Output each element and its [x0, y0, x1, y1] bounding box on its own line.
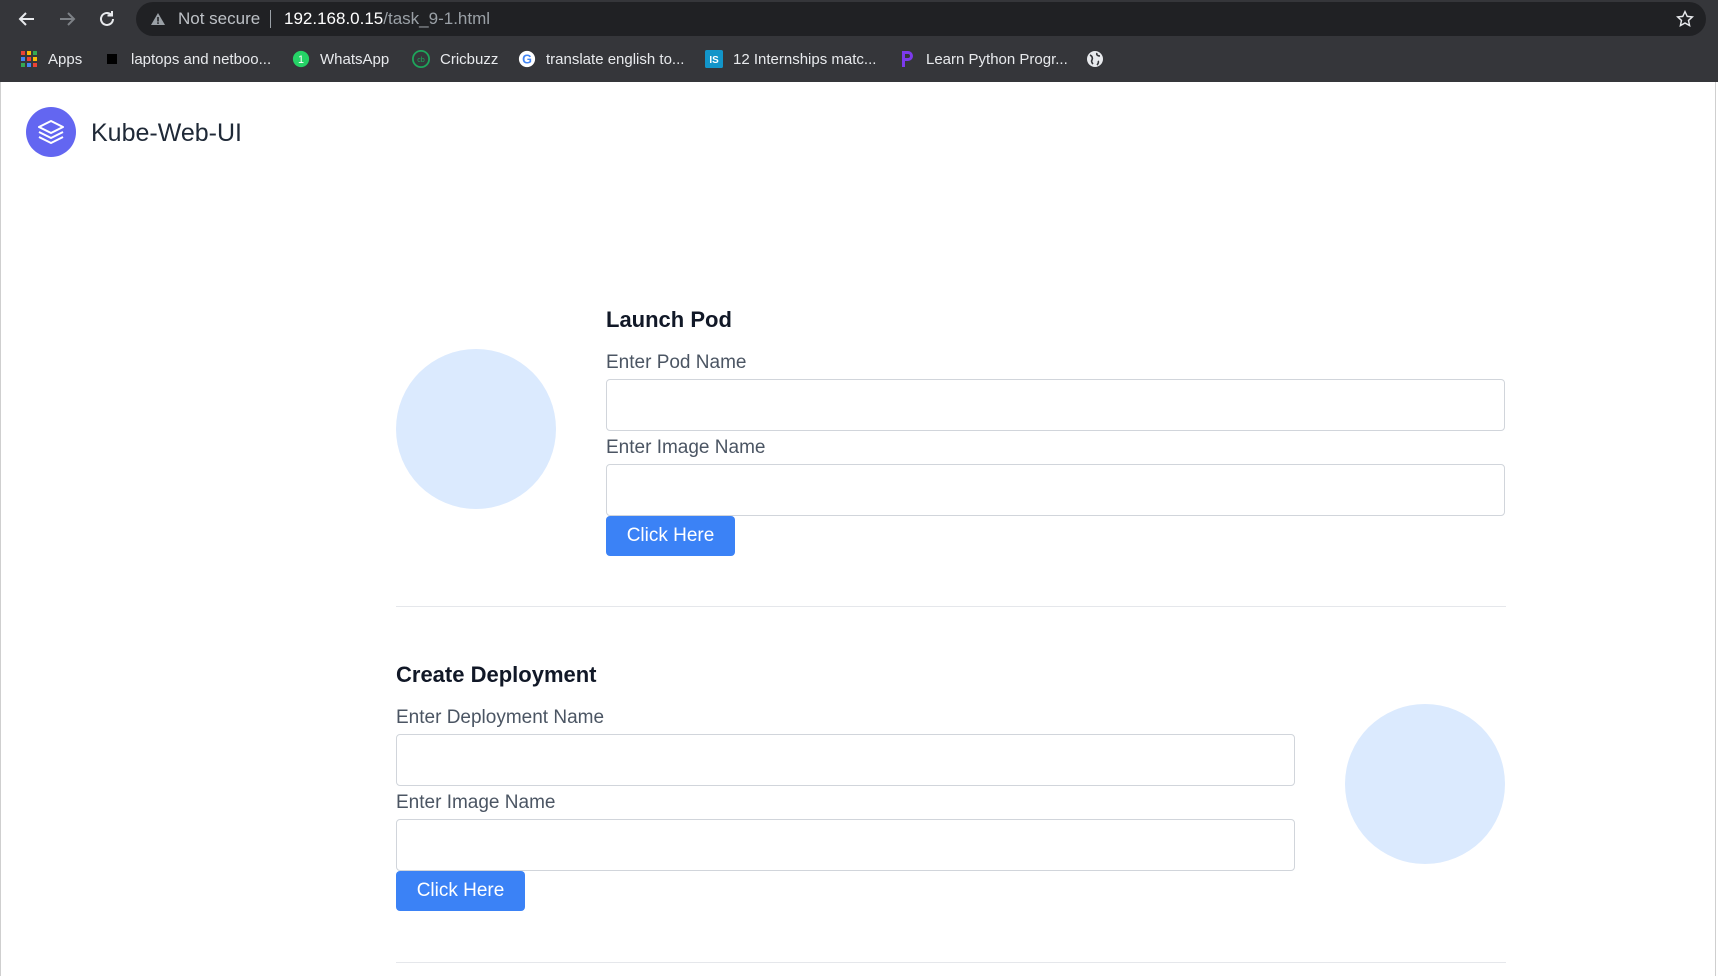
deployment-name-label: Enter Deployment Name: [396, 707, 605, 728]
bookmark-label: Apps: [48, 50, 83, 68]
brand-name[interactable]: Kube-Web-UI: [91, 118, 242, 148]
google-icon: G: [518, 50, 536, 68]
bookmark-label: laptops and netboo...: [131, 50, 272, 68]
browser-chrome: Not secure 192.168.0.15/task_9-1.html Ap…: [0, 0, 1718, 82]
address-bar[interactable]: Not secure 192.168.0.15/task_9-1.html: [136, 2, 1706, 36]
create-deployment-button[interactable]: Click Here: [396, 871, 525, 911]
pod-image-label: Enter Image Name: [606, 437, 766, 458]
deployment-name-input[interactable]: [396, 734, 1295, 786]
globe-icon: [1086, 50, 1104, 68]
bookmark-whatsapp[interactable]: 1 WhatsApp: [292, 42, 389, 76]
brand-logo[interactable]: [26, 107, 76, 157]
launch-pod-title: Launch Pod: [606, 307, 732, 332]
forward-button[interactable]: [53, 5, 81, 33]
svg-text:G: G: [522, 53, 532, 67]
bookmark-label: 12 Internships matc...: [733, 50, 877, 68]
back-button[interactable]: [13, 5, 41, 33]
bookmark-internships[interactable]: IS 12 Internships matc...: [705, 42, 876, 76]
svg-text:1: 1: [298, 54, 304, 66]
bookmark-apps[interactable]: Apps: [20, 42, 82, 76]
pod-image-input[interactable]: [606, 464, 1505, 516]
warning-icon: [151, 13, 165, 25]
deployment-image-label: Enter Image Name: [396, 792, 556, 813]
url-path: /task_9-1.html: [383, 9, 491, 28]
page-content: Kube-Web-UI Launch Pod Enter Pod Name En…: [0, 82, 1716, 976]
url-text[interactable]: 192.168.0.15/task_9-1.html: [284, 9, 490, 29]
bookmark-label: translate english to...: [546, 50, 685, 68]
black-square-icon: [103, 50, 121, 68]
deployment-decor-circle: [1345, 704, 1505, 864]
bookmark-cricbuzz[interactable]: cb Cricbuzz: [412, 42, 498, 76]
section-divider: [396, 606, 1506, 607]
security-status[interactable]: Not secure: [178, 9, 260, 29]
section-divider: [396, 962, 1506, 963]
forward-arrow-icon: [60, 12, 76, 26]
create-deployment-title: Create Deployment: [396, 662, 597, 687]
omnibox-separator: [270, 10, 271, 28]
bookmark-python[interactable]: Learn Python Progr...: [898, 42, 1068, 76]
bookmark-label: Cricbuzz: [440, 50, 499, 68]
layers-icon: [38, 120, 64, 144]
svg-text:IS: IS: [709, 55, 719, 66]
whatsapp-icon: 1: [292, 50, 310, 68]
reload-icon: [100, 11, 114, 26]
deployment-image-input[interactable]: [396, 819, 1295, 871]
cricbuzz-icon: cb: [412, 50, 430, 68]
bookmark-star-icon[interactable]: [1676, 10, 1694, 28]
internshala-icon: IS: [705, 50, 723, 68]
bookmarks-bar: Apps laptops and netboo... 1 WhatsApp cb…: [0, 42, 1718, 76]
bookmark-label: WhatsApp: [320, 50, 390, 68]
back-arrow-icon: [18, 12, 34, 26]
reload-button[interactable]: [93, 5, 121, 33]
pod-name-label: Enter Pod Name: [606, 352, 747, 373]
browser-toolbar: Not secure 192.168.0.15/task_9-1.html: [0, 0, 1718, 38]
python-course-icon: [898, 50, 916, 68]
bookmark-label: Learn Python Progr...: [926, 50, 1068, 68]
bookmark-globe[interactable]: [1086, 42, 1114, 76]
launch-pod-button[interactable]: Click Here: [606, 516, 735, 556]
svg-text:cb: cb: [417, 55, 425, 64]
bookmark-translate[interactable]: G translate english to...: [518, 42, 684, 76]
launch-pod-decor-circle: [396, 349, 556, 509]
pod-name-input[interactable]: [606, 379, 1505, 431]
apps-grid-icon: [20, 50, 38, 68]
url-host: 192.168.0.15: [284, 9, 384, 28]
bookmark-laptops[interactable]: laptops and netboo...: [103, 42, 271, 76]
